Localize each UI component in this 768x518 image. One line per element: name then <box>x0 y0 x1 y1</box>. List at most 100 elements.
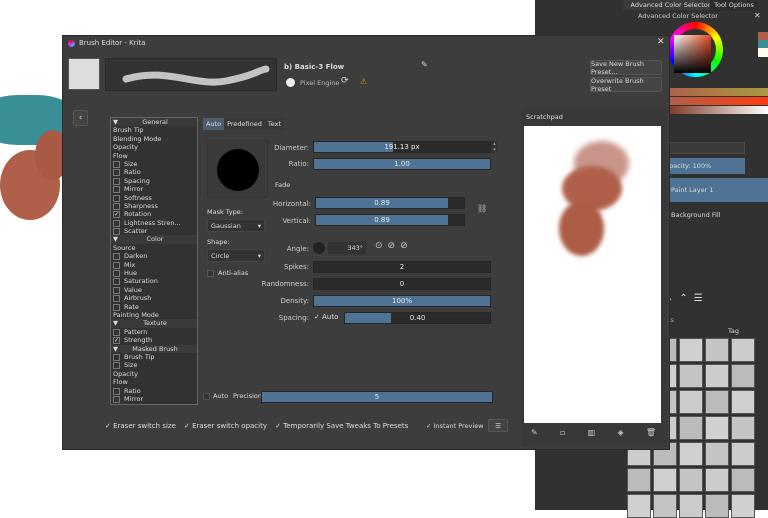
options-list-item[interactable]: Blending Mode <box>111 135 197 143</box>
options-list-item[interactable]: Brush Tip <box>111 126 197 134</box>
randomness-slider[interactable]: 0 <box>313 278 491 290</box>
brush-preset-item[interactable] <box>653 494 677 518</box>
options-list-item[interactable]: Lightness Stren... <box>111 219 197 227</box>
options-list-item[interactable]: Airbrush <box>111 294 197 302</box>
instant-preview-checkbox[interactable]: ✓ Instant Preview <box>426 422 484 430</box>
brush-preset-item[interactable] <box>705 442 729 466</box>
link-chain-icon[interactable]: ⛓ <box>477 204 487 213</box>
brush-preset-item[interactable] <box>731 468 755 492</box>
options-list-item[interactable]: Pattern <box>111 328 197 336</box>
spikes-slider[interactable]: 2 <box>313 261 491 273</box>
options-list-item[interactable]: Value <box>111 286 197 294</box>
brush-preset-item[interactable] <box>731 416 755 440</box>
brush-icon[interactable]: ✎ <box>531 428 538 437</box>
color-slider[interactable] <box>665 97 768 105</box>
options-list-item[interactable]: Ratio <box>111 168 197 176</box>
options-list-item[interactable]: Rate <box>111 303 197 311</box>
brush-preset-item[interactable] <box>731 390 755 414</box>
option-checkbox[interactable] <box>113 270 120 277</box>
option-checkbox[interactable] <box>113 354 120 361</box>
angle-input[interactable]: 343° <box>328 242 366 254</box>
option-checkbox[interactable] <box>113 161 120 168</box>
color-slider[interactable] <box>665 106 768 114</box>
option-checkbox[interactable] <box>113 396 120 403</box>
option-checkbox[interactable] <box>113 228 120 235</box>
brush-preset-item[interactable] <box>679 468 703 492</box>
option-checkbox[interactable]: ✓ <box>113 211 120 218</box>
option-checkbox[interactable]: ✓ <box>113 337 120 344</box>
ratio-slider[interactable]: 1.00 <box>313 158 491 170</box>
brush-preset-item[interactable] <box>705 390 729 414</box>
collapse-left-button[interactable]: ‹ <box>73 110 88 126</box>
brush-preset-item[interactable] <box>679 364 703 388</box>
options-list-item[interactable]: Opacity <box>111 370 197 378</box>
precision-slider[interactable]: 5 <box>261 391 493 403</box>
gradient-icon[interactable]: ▥ <box>588 428 596 437</box>
spacing-auto-checkbox[interactable]: ✓ Auto <box>314 313 338 321</box>
eraser-switch-opacity-checkbox[interactable]: ✓ Eraser switch opacity <box>184 422 267 430</box>
diameter-spinner[interactable]: ▴▾ <box>491 141 498 153</box>
eraser-switch-size-checkbox[interactable]: ✓ Eraser switch size <box>105 422 176 430</box>
angle-flip-buttons[interactable]: ⊙⊘⊘ <box>375 241 413 251</box>
option-checkbox[interactable] <box>113 287 120 294</box>
precision-auto-checkbox[interactable] <box>203 393 210 400</box>
options-list-item[interactable]: Mix <box>111 261 197 269</box>
trash-icon[interactable]: 🗑 <box>646 428 656 437</box>
option-checkbox[interactable] <box>113 304 120 311</box>
option-checkbox[interactable] <box>113 203 120 210</box>
brush-preset-item[interactable] <box>627 468 651 492</box>
options-list-item[interactable]: Saturation <box>111 277 197 285</box>
tab-tool-options[interactable]: Tool Options <box>710 0 758 11</box>
options-list-item[interactable]: Size <box>111 361 197 369</box>
brush-preset-item[interactable] <box>731 494 755 518</box>
layer-background-fill[interactable]: Background Fill <box>671 211 721 219</box>
close-icon[interactable]: ✕ <box>657 37 665 47</box>
option-checkbox[interactable] <box>113 295 120 302</box>
options-list-item[interactable]: Flow <box>111 378 197 386</box>
brush-options-list[interactable]: ▼GeneralBrush TipBlending ModeOpacityFlo… <box>110 117 198 405</box>
tab-auto[interactable]: Auto <box>203 118 224 130</box>
options-list-item[interactable]: Softness <box>111 194 197 202</box>
color-square[interactable] <box>674 35 711 73</box>
mask-type-dropdown[interactable]: Gaussian▾ <box>207 219 265 232</box>
tab-text[interactable]: Text <box>265 118 284 130</box>
brush-preset-thumbnail[interactable] <box>68 58 100 90</box>
clear-icon[interactable]: ▫ <box>560 428 565 437</box>
brush-preset-item[interactable] <box>653 468 677 492</box>
brush-preset-item[interactable] <box>705 416 729 440</box>
options-list-item[interactable]: Opacity <box>111 143 197 151</box>
angle-dial[interactable] <box>313 242 325 254</box>
brush-preset-item[interactable] <box>679 494 703 518</box>
diameter-slider[interactable]: 191.13 px <box>313 141 491 153</box>
brush-preset-item[interactable] <box>705 338 729 362</box>
spacing-slider[interactable]: 0.40 <box>344 312 491 324</box>
color-slider[interactable] <box>665 88 768 96</box>
brush-preset-item[interactable] <box>731 364 755 388</box>
brush-preset-item[interactable] <box>705 364 729 388</box>
vertical-fade-slider[interactable]: 0.89 <box>315 214 465 226</box>
option-checkbox[interactable] <box>113 178 120 185</box>
options-list-item[interactable]: ✓Strength <box>111 336 197 344</box>
antialias-checkbox[interactable] <box>207 270 214 277</box>
option-checkbox[interactable] <box>113 195 120 202</box>
overwrite-preset-button[interactable]: Overwrite Brush Preset <box>590 77 662 92</box>
options-list-item[interactable]: Mirror <box>111 185 197 193</box>
brush-preset-item[interactable] <box>679 442 703 466</box>
options-section-header[interactable]: ▼Masked Brush <box>111 345 197 353</box>
blend-mode-dropdown[interactable] <box>665 142 745 154</box>
options-list-item[interactable]: Mirror <box>111 395 197 403</box>
brush-preset-item[interactable] <box>731 338 755 362</box>
option-checkbox[interactable] <box>113 388 120 395</box>
options-list-item[interactable]: Flow <box>111 152 197 160</box>
option-checkbox[interactable] <box>113 169 120 176</box>
tab-predefined[interactable]: Predefined <box>224 118 265 130</box>
edit-pencil-icon[interactable]: ✎ <box>421 60 428 69</box>
options-list-item[interactable]: ✓Rotation <box>111 210 197 218</box>
shape-dropdown[interactable]: Circle▾ <box>207 249 265 262</box>
color-swatch[interactable] <box>758 48 768 57</box>
temp-save-tweaks-checkbox[interactable]: ✓ Temporarily Save Tweaks To Presets <box>275 422 408 430</box>
tag-button[interactable]: Tag <box>728 327 739 335</box>
options-section-header[interactable]: ▼General <box>111 118 197 126</box>
density-slider[interactable]: 100% <box>313 295 491 307</box>
brush-preset-item[interactable] <box>679 416 703 440</box>
